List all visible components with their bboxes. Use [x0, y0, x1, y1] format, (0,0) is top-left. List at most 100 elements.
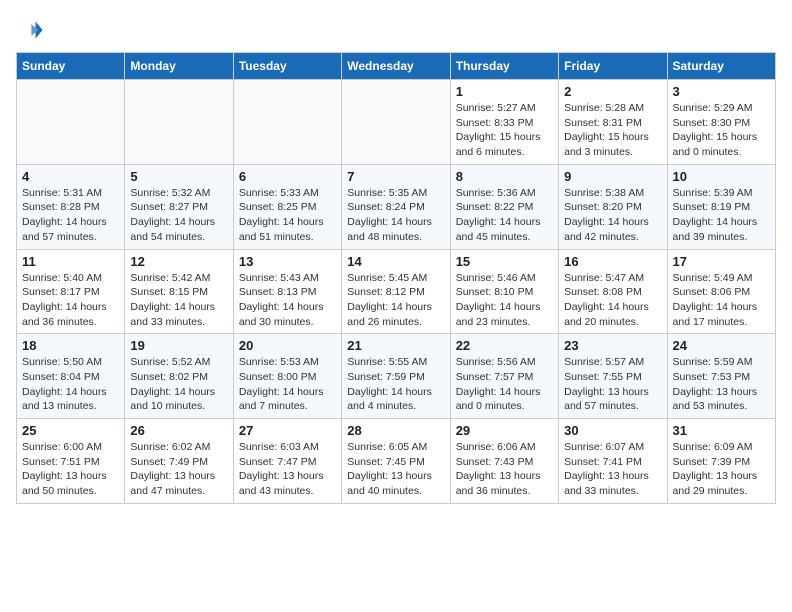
day-cell: 27 Sunrise: 6:03 AM Sunset: 7:47 PM Dayli…	[233, 419, 341, 504]
day-info: Sunrise: 5:32 AM Sunset: 8:27 PM Dayligh…	[130, 186, 227, 245]
day-number: 8	[456, 169, 553, 184]
day-number: 30	[564, 423, 661, 438]
day-info: Sunrise: 5:59 AM Sunset: 7:53 PM Dayligh…	[673, 355, 770, 414]
day-cell: 28 Sunrise: 6:05 AM Sunset: 7:45 PM Dayli…	[342, 419, 450, 504]
day-cell: 22Sunrise: 5:56 AM Sunset: 7:57 PM Dayli…	[450, 334, 558, 419]
day-number: 25	[22, 423, 119, 438]
day-number: 15	[456, 254, 553, 269]
day-number: 5	[130, 169, 227, 184]
day-info: Sunrise: 5:39 AM Sunset: 8:19 PM Dayligh…	[673, 186, 770, 245]
day-info: Sunrise: 6:05 AM Sunset: 7:45 PM Dayligh…	[347, 440, 444, 499]
header-friday: Friday	[559, 53, 667, 80]
logo	[16, 16, 48, 44]
day-cell: 7 Sunrise: 5:35 AM Sunset: 8:24 PM Daylig…	[342, 164, 450, 249]
day-number: 14	[347, 254, 444, 269]
day-number: 20	[239, 338, 336, 353]
day-cell: 12Sunrise: 5:42 AM Sunset: 8:15 PM Dayli…	[125, 249, 233, 334]
day-number: 11	[22, 254, 119, 269]
day-info: Sunrise: 5:43 AM Sunset: 8:13 PM Dayligh…	[239, 271, 336, 330]
header-sunday: Sunday	[17, 53, 125, 80]
day-info: Sunrise: 5:46 AM Sunset: 8:10 PM Dayligh…	[456, 271, 553, 330]
day-info: Sunrise: 5:29 AM Sunset: 8:30 PM Dayligh…	[673, 101, 770, 160]
day-cell: 4 Sunrise: 5:31 AM Sunset: 8:28 PM Daylig…	[17, 164, 125, 249]
day-number: 6	[239, 169, 336, 184]
day-cell: 25 Sunrise: 6:00 AM Sunset: 7:51 PM Dayli…	[17, 419, 125, 504]
day-cell: 14 Sunrise: 5:45 AM Sunset: 8:12 PM Dayli…	[342, 249, 450, 334]
day-number: 28	[347, 423, 444, 438]
day-info: Sunrise: 6:02 AM Sunset: 7:49 PM Dayligh…	[130, 440, 227, 499]
day-cell: 6 Sunrise: 5:33 AM Sunset: 8:25 PM Daylig…	[233, 164, 341, 249]
day-cell: 24 Sunrise: 5:59 AM Sunset: 7:53 PM Dayli…	[667, 334, 775, 419]
day-cell: 31Sunrise: 6:09 AM Sunset: 7:39 PM Dayli…	[667, 419, 775, 504]
day-info: Sunrise: 5:35 AM Sunset: 8:24 PM Dayligh…	[347, 186, 444, 245]
day-cell: 11Sunrise: 5:40 AM Sunset: 8:17 PM Dayli…	[17, 249, 125, 334]
day-info: Sunrise: 6:06 AM Sunset: 7:43 PM Dayligh…	[456, 440, 553, 499]
day-cell: 19Sunrise: 5:52 AM Sunset: 8:02 PM Dayli…	[125, 334, 233, 419]
day-info: Sunrise: 5:33 AM Sunset: 8:25 PM Dayligh…	[239, 186, 336, 245]
day-info: Sunrise: 5:53 AM Sunset: 8:00 PM Dayligh…	[239, 355, 336, 414]
day-info: Sunrise: 6:03 AM Sunset: 7:47 PM Dayligh…	[239, 440, 336, 499]
day-number: 26	[130, 423, 227, 438]
day-cell	[17, 80, 125, 165]
page-header	[16, 16, 776, 44]
day-number: 31	[673, 423, 770, 438]
day-number: 7	[347, 169, 444, 184]
day-cell: 26 Sunrise: 6:02 AM Sunset: 7:49 PM Dayli…	[125, 419, 233, 504]
day-info: Sunrise: 5:45 AM Sunset: 8:12 PM Dayligh…	[347, 271, 444, 330]
day-info: Sunrise: 6:00 AM Sunset: 7:51 PM Dayligh…	[22, 440, 119, 499]
day-cell: 18 Sunrise: 5:50 AM Sunset: 8:04 PM Dayli…	[17, 334, 125, 419]
day-cell	[125, 80, 233, 165]
week-row-3: 11Sunrise: 5:40 AM Sunset: 8:17 PM Dayli…	[17, 249, 776, 334]
header-tuesday: Tuesday	[233, 53, 341, 80]
day-cell: 15 Sunrise: 5:46 AM Sunset: 8:10 PM Dayli…	[450, 249, 558, 334]
week-row-5: 25 Sunrise: 6:00 AM Sunset: 7:51 PM Dayli…	[17, 419, 776, 504]
day-info: Sunrise: 5:28 AM Sunset: 8:31 PM Dayligh…	[564, 101, 661, 160]
day-cell	[233, 80, 341, 165]
day-number: 18	[22, 338, 119, 353]
week-row-2: 4 Sunrise: 5:31 AM Sunset: 8:28 PM Daylig…	[17, 164, 776, 249]
day-number: 24	[673, 338, 770, 353]
day-cell: 2Sunrise: 5:28 AM Sunset: 8:31 PM Daylig…	[559, 80, 667, 165]
day-number: 9	[564, 169, 661, 184]
header-wednesday: Wednesday	[342, 53, 450, 80]
day-cell: 3Sunrise: 5:29 AM Sunset: 8:30 PM Daylig…	[667, 80, 775, 165]
day-cell: 21 Sunrise: 5:55 AM Sunset: 7:59 PM Dayli…	[342, 334, 450, 419]
day-info: Sunrise: 5:47 AM Sunset: 8:08 PM Dayligh…	[564, 271, 661, 330]
day-number: 22	[456, 338, 553, 353]
day-cell: 8 Sunrise: 5:36 AM Sunset: 8:22 PM Daylig…	[450, 164, 558, 249]
day-info: Sunrise: 5:50 AM Sunset: 8:04 PM Dayligh…	[22, 355, 119, 414]
day-cell: 10 Sunrise: 5:39 AM Sunset: 8:19 PM Dayli…	[667, 164, 775, 249]
day-cell: 5 Sunrise: 5:32 AM Sunset: 8:27 PM Daylig…	[125, 164, 233, 249]
day-number: 21	[347, 338, 444, 353]
day-info: Sunrise: 5:49 AM Sunset: 8:06 PM Dayligh…	[673, 271, 770, 330]
day-cell	[342, 80, 450, 165]
week-row-1: 1Sunrise: 5:27 AM Sunset: 8:33 PM Daylig…	[17, 80, 776, 165]
day-number: 1	[456, 84, 553, 99]
day-number: 10	[673, 169, 770, 184]
day-info: Sunrise: 5:57 AM Sunset: 7:55 PM Dayligh…	[564, 355, 661, 414]
calendar-table: SundayMondayTuesdayWednesdayThursdayFrid…	[16, 52, 776, 504]
day-info: Sunrise: 5:52 AM Sunset: 8:02 PM Dayligh…	[130, 355, 227, 414]
day-info: Sunrise: 5:38 AM Sunset: 8:20 PM Dayligh…	[564, 186, 661, 245]
day-info: Sunrise: 5:42 AM Sunset: 8:15 PM Dayligh…	[130, 271, 227, 330]
day-info: Sunrise: 5:36 AM Sunset: 8:22 PM Dayligh…	[456, 186, 553, 245]
day-cell: 17 Sunrise: 5:49 AM Sunset: 8:06 PM Dayli…	[667, 249, 775, 334]
day-number: 23	[564, 338, 661, 353]
header-monday: Monday	[125, 53, 233, 80]
day-cell: 13 Sunrise: 5:43 AM Sunset: 8:13 PM Dayli…	[233, 249, 341, 334]
day-info: Sunrise: 5:31 AM Sunset: 8:28 PM Dayligh…	[22, 186, 119, 245]
day-cell: 20 Sunrise: 5:53 AM Sunset: 8:00 PM Dayli…	[233, 334, 341, 419]
day-number: 29	[456, 423, 553, 438]
calendar-header-row: SundayMondayTuesdayWednesdayThursdayFrid…	[17, 53, 776, 80]
day-number: 27	[239, 423, 336, 438]
day-number: 17	[673, 254, 770, 269]
day-info: Sunrise: 6:07 AM Sunset: 7:41 PM Dayligh…	[564, 440, 661, 499]
day-number: 16	[564, 254, 661, 269]
day-number: 4	[22, 169, 119, 184]
day-info: Sunrise: 5:55 AM Sunset: 7:59 PM Dayligh…	[347, 355, 444, 414]
day-number: 13	[239, 254, 336, 269]
day-cell: 16 Sunrise: 5:47 AM Sunset: 8:08 PM Dayli…	[559, 249, 667, 334]
logo-icon	[16, 16, 44, 44]
day-cell: 1Sunrise: 5:27 AM Sunset: 8:33 PM Daylig…	[450, 80, 558, 165]
header-saturday: Saturday	[667, 53, 775, 80]
